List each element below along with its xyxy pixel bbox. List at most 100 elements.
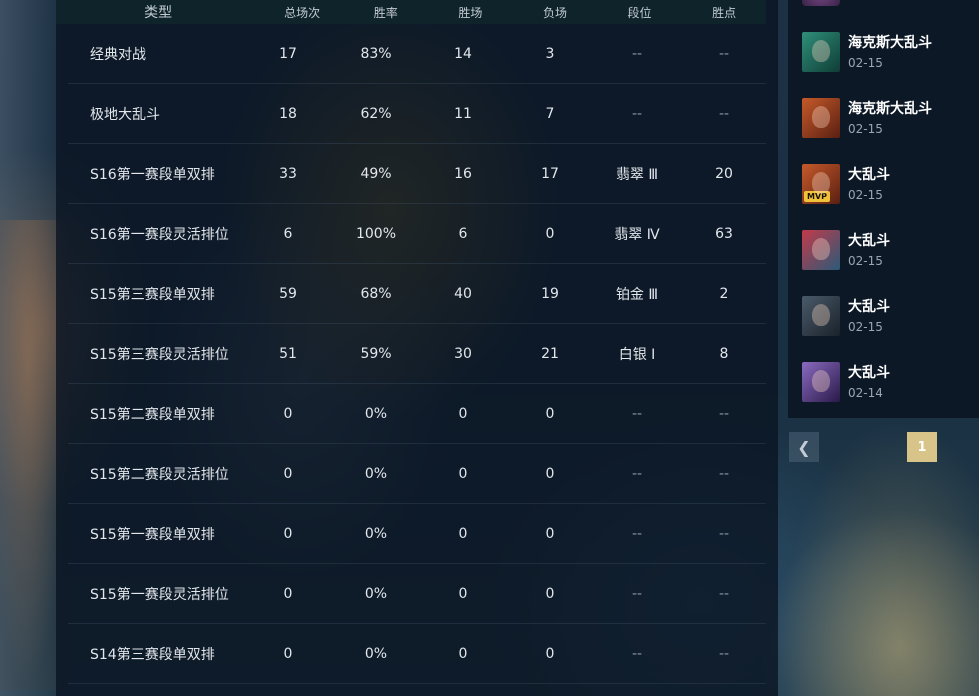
row-lp: -- xyxy=(718,585,730,602)
row-lp: -- xyxy=(718,105,730,122)
table-row: S15第一赛段单双排 0 0% 0 0 -- -- xyxy=(68,504,766,564)
match-info: 大乱斗 02-15 xyxy=(848,232,890,269)
row-type: 极地大乱斗 xyxy=(90,106,160,123)
prev-page-button[interactable]: ❮ xyxy=(789,432,819,462)
row-losses: 0 xyxy=(545,525,555,542)
row-win-rate: 100% xyxy=(355,225,397,242)
champion-avatar: MVP xyxy=(802,164,840,204)
row-win-rate: 68% xyxy=(360,285,392,302)
row-losses: 7 xyxy=(545,105,555,122)
row-wins: 6 xyxy=(458,225,468,242)
row-lp: -- xyxy=(718,645,730,662)
row-tier: 铂金 Ⅲ xyxy=(615,286,659,303)
header-total: 总场次 xyxy=(284,5,321,20)
header-wins: 胜场 xyxy=(458,5,483,20)
row-losses: 3 xyxy=(545,45,555,62)
table-row: S15第三赛段单双排 59 68% 40 19 铂金 Ⅲ 2 xyxy=(68,264,766,324)
table-row: S14第三赛段单双排 0 0% 0 0 -- -- xyxy=(68,624,766,684)
row-lp: -- xyxy=(718,525,730,542)
row-wins: 0 xyxy=(458,525,468,542)
row-win-rate: 49% xyxy=(360,165,392,182)
mvp-badge: MVP xyxy=(804,191,831,202)
row-total: 33 xyxy=(279,165,297,182)
row-tier: -- xyxy=(631,405,643,422)
row-type: S15第一赛段灵活排位 xyxy=(90,586,229,603)
table-row: S16第一赛段单双排 33 49% 16 17 翡翠 Ⅲ 20 xyxy=(68,144,766,204)
row-tier: -- xyxy=(631,585,643,602)
row-total: 0 xyxy=(283,405,293,422)
table-row: S15第二赛段灵活排位 0 0% 0 0 -- -- xyxy=(68,444,766,504)
recent-match-item[interactable]: 大乱斗 02-14 xyxy=(802,360,972,404)
row-tier: 翡翠 Ⅳ xyxy=(614,226,660,243)
row-type: S15第三赛段单双排 xyxy=(90,286,215,303)
row-wins: 0 xyxy=(458,585,468,602)
recent-match-item[interactable]: MVP 大乱斗 02-15 xyxy=(802,162,972,206)
header-losses: 负场 xyxy=(542,5,567,20)
row-lp: -- xyxy=(718,465,730,482)
recent-matches-panel: 海克斯大乱斗 02-15 海克斯大乱斗 02-15 MVP 大乱斗 02-15 大乱斗 02-1… xyxy=(788,0,979,418)
row-win-rate: 83% xyxy=(360,45,392,62)
header-lp: 胜点 xyxy=(712,5,737,20)
stats-table-panel: 类型 总场次 胜率 胜场 负场 段位 胜点 经典对战 17 83% 14 3 -- -- 极地… xyxy=(56,0,778,696)
row-total: 51 xyxy=(279,345,297,362)
table-row: 极地大乱斗 18 62% 11 7 -- -- xyxy=(68,84,766,144)
row-total: 18 xyxy=(279,105,297,122)
row-type: S15第三赛段灵活排位 xyxy=(90,346,229,363)
row-win-rate: 0% xyxy=(364,585,388,602)
row-losses: 0 xyxy=(545,225,555,242)
row-lp: 8 xyxy=(719,345,729,362)
row-tier: -- xyxy=(631,105,643,122)
row-lp: 2 xyxy=(719,285,729,302)
match-mode: 大乱斗 xyxy=(848,166,890,183)
row-type: S15第一赛段单双排 xyxy=(90,526,215,543)
match-mode: 海克斯大乱斗 xyxy=(848,34,932,51)
row-tier: 翡翠 Ⅲ xyxy=(615,166,659,183)
recent-match-item[interactable]: 海克斯大乱斗 02-15 xyxy=(802,30,972,74)
row-losses: 17 xyxy=(541,165,559,182)
row-win-rate: 0% xyxy=(364,645,388,662)
row-win-rate: 0% xyxy=(364,525,388,542)
chevron-left-icon: ❮ xyxy=(797,437,811,457)
header-tier: 段位 xyxy=(627,5,652,20)
page-button-current[interactable]: 1 xyxy=(907,432,937,462)
match-mode: 大乱斗 xyxy=(848,298,890,315)
match-info: 海克斯大乱斗 02-15 xyxy=(848,34,932,71)
table-row: S16第一赛段灵活排位 6 100% 6 0 翡翠 Ⅳ 63 xyxy=(68,204,766,264)
match-mode: 海克斯大乱斗 xyxy=(848,100,932,117)
row-total: 17 xyxy=(279,45,297,62)
champion-avatar xyxy=(802,362,840,402)
recent-match-item[interactable]: 大乱斗 02-15 xyxy=(802,228,972,272)
row-wins: 11 xyxy=(454,105,472,122)
match-info: 大乱斗 02-15 xyxy=(848,166,890,203)
row-wins: 0 xyxy=(458,405,468,422)
row-tier: -- xyxy=(631,465,643,482)
row-losses: 0 xyxy=(545,585,555,602)
match-date: 02-15 xyxy=(848,121,883,136)
row-win-rate: 0% xyxy=(364,465,388,482)
table-row: 经典对战 17 83% 14 3 -- -- xyxy=(68,24,766,84)
row-win-rate: 59% xyxy=(360,345,392,362)
match-date: 02-15 xyxy=(848,187,883,202)
row-wins: 40 xyxy=(454,285,472,302)
champion-avatar xyxy=(802,98,840,138)
recent-match-item[interactable]: 大乱斗 02-15 xyxy=(802,294,972,338)
match-date: 02-15 xyxy=(848,55,883,70)
row-wins: 30 xyxy=(454,345,472,362)
header-win-rate: 胜率 xyxy=(373,5,398,20)
row-type: 经典对战 xyxy=(90,46,146,63)
match-mode: 大乱斗 xyxy=(848,232,890,249)
row-tier: -- xyxy=(631,645,643,662)
row-win-rate: 0% xyxy=(364,405,388,422)
row-lp: 20 xyxy=(715,165,733,182)
champion-avatar[interactable] xyxy=(802,0,840,6)
row-total: 0 xyxy=(283,585,293,602)
match-mode: 大乱斗 xyxy=(848,364,890,381)
champion-avatar xyxy=(802,296,840,336)
table-row: S15第二赛段单双排 0 0% 0 0 -- -- xyxy=(68,384,766,444)
row-tier: 白银 Ⅰ xyxy=(618,346,656,363)
match-info: 海克斯大乱斗 02-15 xyxy=(848,100,932,137)
recent-match-item[interactable]: 海克斯大乱斗 02-15 xyxy=(802,96,972,140)
row-tier: -- xyxy=(631,45,643,62)
row-losses: 19 xyxy=(541,285,559,302)
champion-avatar xyxy=(802,230,840,270)
